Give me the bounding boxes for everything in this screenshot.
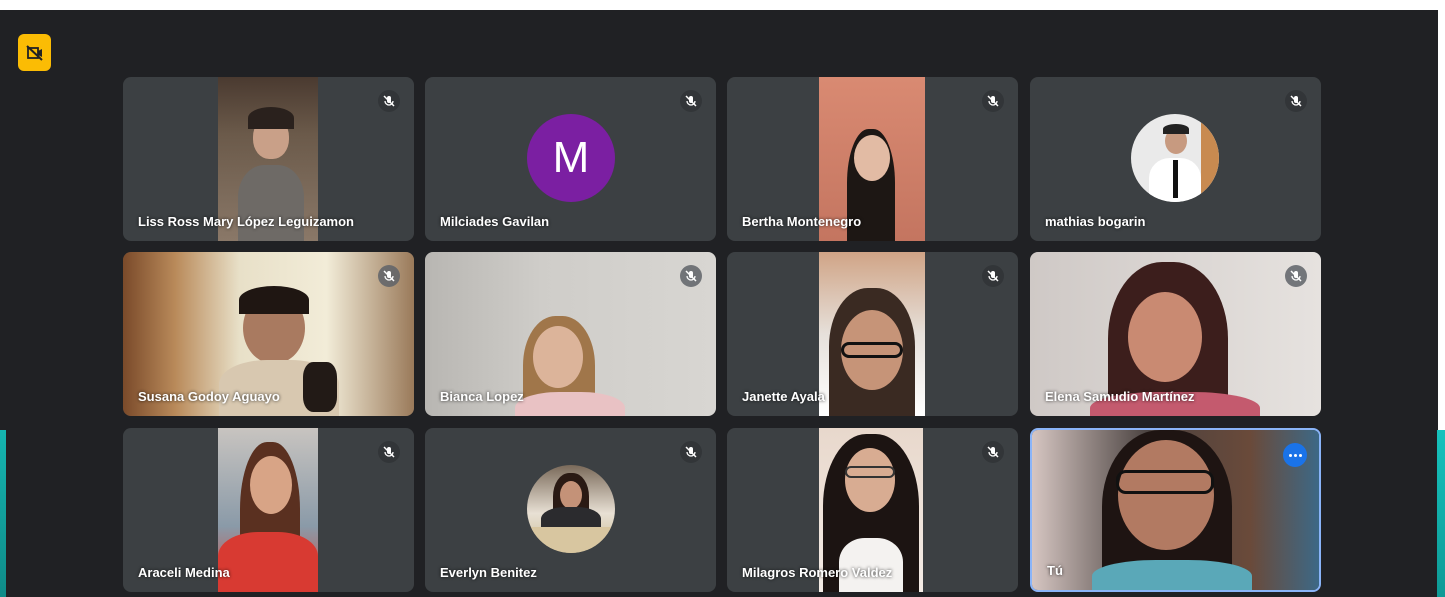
participant-name: mathias bogarin	[1045, 214, 1146, 229]
participant-name: Bianca Lopez	[440, 389, 524, 404]
mic-off-icon	[680, 441, 702, 463]
participant-tile[interactable]: Elena Samudio Martínez	[1030, 252, 1321, 416]
avatar	[1131, 114, 1219, 202]
participant-name: Araceli Medina	[138, 565, 230, 580]
mic-off-icon	[680, 265, 702, 287]
mic-off-icon	[982, 265, 1004, 287]
self-tile[interactable]: Tú	[1030, 428, 1321, 592]
mic-off-icon	[378, 90, 400, 112]
participant-name: Liss Ross Mary López Leguizamon	[138, 214, 354, 229]
edge-strip	[0, 430, 6, 597]
participant-name: Milagros Romero Valdez	[742, 565, 893, 580]
meeting-stage: Liss Ross Mary López Leguizamon M Milcia…	[0, 10, 1438, 597]
participant-name: Elena Samudio Martínez	[1045, 389, 1195, 404]
edge-strip	[1437, 430, 1445, 597]
participant-name: Everlyn Benitez	[440, 565, 537, 580]
participant-tile[interactable]: Everlyn Benitez	[425, 428, 716, 592]
participant-tile[interactable]: Araceli Medina	[123, 428, 414, 592]
mic-off-icon	[378, 265, 400, 287]
participant-name: Tú	[1047, 563, 1063, 578]
participant-tile[interactable]: Susana Godoy Aguayo	[123, 252, 414, 416]
mic-off-icon	[982, 441, 1004, 463]
participant-video	[1032, 430, 1319, 590]
mic-off-icon	[1285, 90, 1307, 112]
participant-tile[interactable]: Bianca Lopez	[425, 252, 716, 416]
participant-tile[interactable]: Milagros Romero Valdez	[727, 428, 1018, 592]
participant-name: Janette Ayala	[742, 389, 825, 404]
mic-off-icon	[982, 90, 1004, 112]
more-options-icon[interactable]	[1283, 443, 1307, 467]
participant-video	[218, 428, 318, 592]
participant-name: Susana Godoy Aguayo	[138, 389, 280, 404]
participant-name: Milciades Gavilan	[440, 214, 550, 229]
participant-tile[interactable]: Bertha Montenegro	[727, 77, 1018, 241]
participant-name: Bertha Montenegro	[742, 214, 862, 229]
mic-off-icon	[1285, 265, 1307, 287]
avatar	[527, 465, 615, 553]
avatar: M	[527, 114, 615, 202]
camera-off-icon[interactable]	[18, 34, 51, 71]
participant-tile[interactable]: Janette Ayala	[727, 252, 1018, 416]
participant-tile[interactable]: M Milciades Gavilan	[425, 77, 716, 241]
participant-video	[819, 252, 925, 416]
mic-off-icon	[378, 441, 400, 463]
participant-tile[interactable]: Liss Ross Mary López Leguizamon	[123, 77, 414, 241]
participant-tile[interactable]: mathias bogarin	[1030, 77, 1321, 241]
mic-off-icon	[680, 90, 702, 112]
